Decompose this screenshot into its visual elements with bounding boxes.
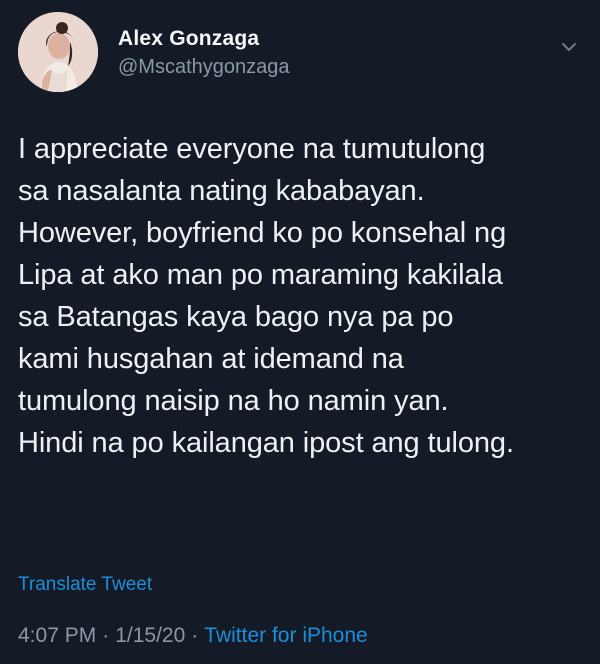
tweet-text-line: tumulong naisip na ho namin yan. [18, 385, 449, 417]
tweet-text-line: Lipa at ako man po maraming kakilala [18, 259, 503, 291]
meta-separator: · [191, 624, 199, 647]
tweet-text-line: However, boyfriend ko po konsehal ng [18, 217, 507, 249]
tweet-text-line: I appreciate everyone na tumutulong [18, 133, 486, 165]
tweet-meta: 4:07 PM · 1/15/20 · Twitter for iPhone [18, 624, 368, 648]
tweet-text-line: sa nasalanta nating kababayan. [18, 175, 425, 207]
tweet-text-line: Hindi na po kailangan ipost ang tulong. [18, 427, 514, 459]
avatar-image [18, 12, 98, 92]
author-handle[interactable]: @Mscathygonzaga [118, 54, 290, 80]
tweet-text-line: sa Batangas kaya bago nya pa po [18, 301, 454, 333]
meta-separator: · [102, 624, 110, 647]
tweet-source-link[interactable]: Twitter for iPhone [204, 624, 367, 647]
tweet-text-line: kami husgahan at idemand na [18, 343, 404, 375]
tweet-text: I appreciate everyone na tumutulong sa n… [18, 128, 588, 464]
author-avatar[interactable] [18, 12, 98, 92]
tweet-date[interactable]: 1/15/20 [115, 624, 185, 647]
translate-tweet-link[interactable]: Translate Tweet [18, 574, 152, 596]
tweet-card: Alex Gonzaga @Mscathygonzaga I appreciat… [0, 0, 600, 664]
tweet-header: Alex Gonzaga @Mscathygonzaga [18, 12, 582, 102]
author-names: Alex Gonzaga @Mscathygonzaga [118, 26, 290, 80]
author-display-name[interactable]: Alex Gonzaga [118, 26, 290, 52]
chevron-down-icon[interactable] [558, 36, 580, 58]
tweet-time[interactable]: 4:07 PM [18, 624, 96, 647]
